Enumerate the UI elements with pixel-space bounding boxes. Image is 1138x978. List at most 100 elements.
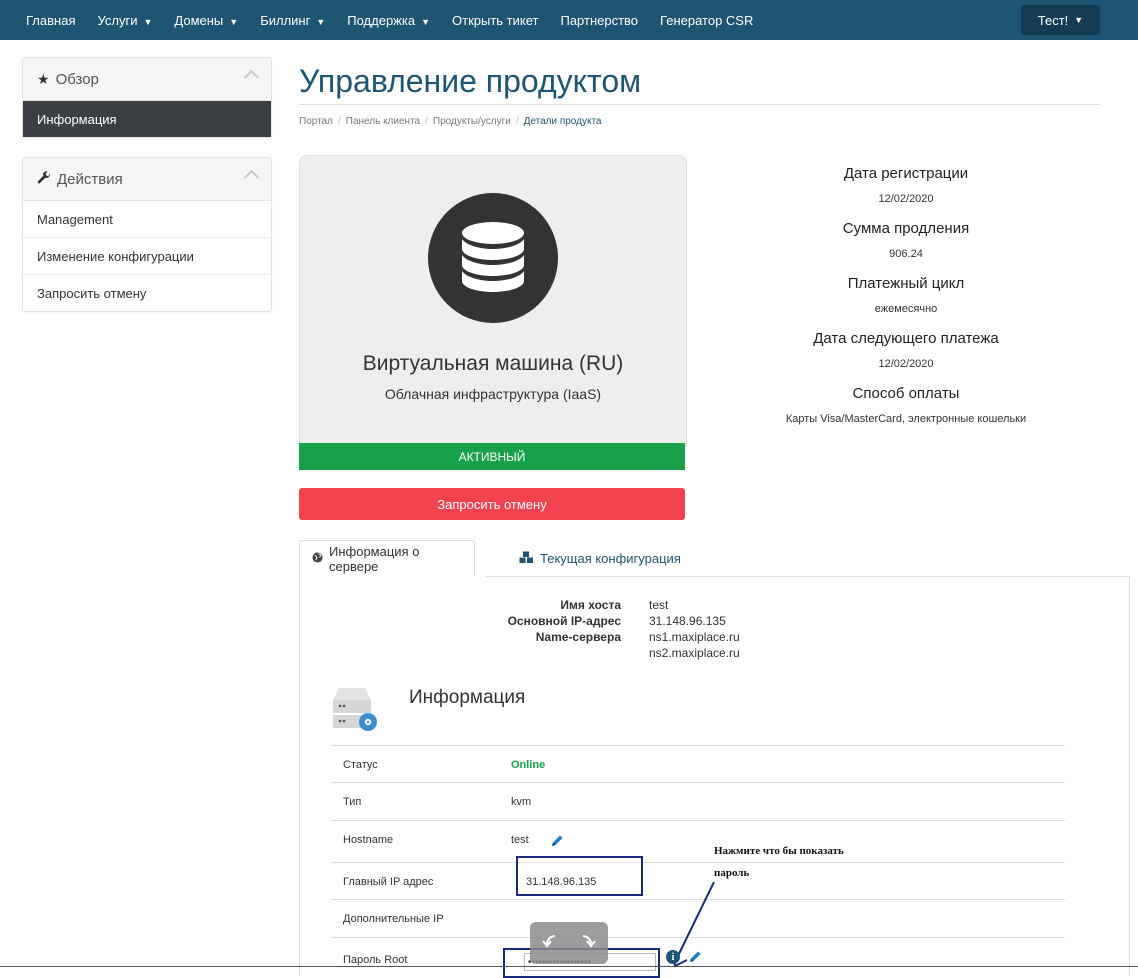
globe-icon xyxy=(312,551,323,566)
table-row: Тип kvm xyxy=(331,782,1065,819)
sidebar-item-label: Изменение конфигурации xyxy=(37,248,194,264)
annotation-line-2: пароль xyxy=(714,867,750,879)
request-cancel-button[interactable]: Запросить отмену xyxy=(299,488,685,520)
status-label: Статус xyxy=(343,759,378,771)
breadcrumb-separator: / xyxy=(425,116,428,127)
product-name: Виртуальная машина (RU) xyxy=(362,352,624,375)
extra-ip-label: Дополнительные IP xyxy=(343,913,444,925)
top-navbar: Главная Услуги ▼ Домены ▼ Биллинг ▼ Поддерж… xyxy=(0,0,1138,40)
nav-support-label: Поддержка xyxy=(347,12,416,28)
tab-server-info-label: Информация о сервере xyxy=(329,543,420,574)
annotation-note: Нажмите что бы показать пароль xyxy=(714,840,884,884)
chevron-up-icon[interactable] xyxy=(243,169,260,186)
nav-domains-label: Домены xyxy=(174,12,224,28)
nav-open-ticket[interactable]: Открыть тикет xyxy=(452,13,538,28)
hostname-row-value: test xyxy=(511,834,529,846)
breadcrumb-portal[interactable]: Портал xyxy=(299,116,333,127)
nav-home[interactable]: Главная xyxy=(26,13,75,28)
tab-bar: Информация о сервере Текущая конфигураци… xyxy=(299,540,1129,577)
status-badge: АКТИВНЫЙ xyxy=(299,443,685,470)
info-heading: Информация xyxy=(409,687,526,708)
product-card: Виртуальная машина (RU) Облачная инфраст… xyxy=(299,155,687,447)
nav-csr-label: Генератор CSR xyxy=(660,12,754,28)
sidebar-actions-title: Действия xyxy=(57,170,123,188)
tab-server-info[interactable]: Информация о сервере xyxy=(299,540,475,577)
caret-down-icon: ▼ xyxy=(1074,15,1084,25)
breadcrumb-current: Детали продукта xyxy=(523,116,602,127)
sidebar-overview-title: Обзор xyxy=(55,70,99,88)
hostname-row-label: Hostname xyxy=(343,834,394,846)
breadcrumb: Портал / Панель клиента / Продукты/услуги / Де… xyxy=(299,116,602,127)
sidebar-item-label: Информация xyxy=(37,111,117,127)
page-title: Управление продуктом xyxy=(299,63,642,99)
server-icon xyxy=(331,686,381,738)
pencil-icon[interactable] xyxy=(550,834,564,853)
caret-down-icon: ▼ xyxy=(229,16,239,27)
table-row: Hostname test xyxy=(331,820,1065,857)
next-due-label: Дата следующего платежа xyxy=(813,330,999,347)
cubes-icon xyxy=(519,551,534,567)
tab-current-config[interactable]: Текущая конфигурация xyxy=(507,540,693,577)
user-menu-button[interactable]: Тест! ▼ xyxy=(1021,5,1100,35)
annotation-line-1: Нажмите что бы показать xyxy=(714,845,844,857)
nav-csr-generator[interactable]: Генератор CSR xyxy=(660,13,753,28)
primary-ip-label: Основной IP-адрес xyxy=(507,614,621,628)
payment-method-value: Карты Visa/MasterCard, электронные кошел… xyxy=(785,413,1027,425)
nav-billing[interactable]: Биллинг ▼ xyxy=(260,13,325,28)
root-password-label: Пароль Root xyxy=(343,954,408,966)
breadcrumb-separator: / xyxy=(515,116,519,127)
sidebar-item-label: Запросить отмену xyxy=(37,285,147,301)
sidebar-overview-header[interactable]: ★ Обзор xyxy=(23,58,271,101)
primary-ip-value: 31.148.96.135 xyxy=(649,614,726,628)
nameservers-label: Name-сервера xyxy=(535,630,621,644)
product-group: Облачная инфраструктура (IaaS) xyxy=(384,386,602,402)
product-details: Дата регистрации 12/02/2020 Сумма продле… xyxy=(705,160,1107,435)
online-status: Online xyxy=(511,759,546,771)
billing-cycle-label: Платежный цикл xyxy=(847,275,965,292)
nav-open-ticket-label: Открыть тикет xyxy=(452,12,539,28)
hostname-value: test xyxy=(649,598,669,612)
nav-services[interactable]: Услуги ▼ xyxy=(97,13,152,28)
breadcrumb-products[interactable]: Продукты/услуги xyxy=(433,116,511,127)
tab-current-config-label: Текущая конфигурация xyxy=(540,551,681,566)
info-icon[interactable]: i xyxy=(666,950,680,964)
reg-date-value: 12/02/2020 xyxy=(878,193,934,205)
breadcrumb-separator: / xyxy=(337,116,341,127)
rotate-controls[interactable] xyxy=(530,922,608,964)
sidebar-item-label: Management xyxy=(37,211,113,227)
billing-cycle-value: ежемесячно xyxy=(874,303,938,315)
caret-down-icon: ▼ xyxy=(143,16,153,27)
nav-support[interactable]: Поддержка ▼ xyxy=(347,13,430,28)
breadcrumb-client-area[interactable]: Панель клиента xyxy=(346,116,420,127)
ns2-value: ns2.maxiplace.ru xyxy=(649,646,740,660)
table-row: Статус Online xyxy=(331,745,1065,782)
reg-date-label: Дата регистрации xyxy=(843,165,969,182)
sidebar-item-upgrade[interactable]: Изменение конфигурации xyxy=(23,238,271,275)
sidebar-actions-header[interactable]: Действия xyxy=(23,158,271,201)
sidebar-item-request-cancel[interactable]: Запросить отмену xyxy=(23,275,271,311)
sidebar-item-management[interactable]: Management xyxy=(23,201,271,238)
highlight-box xyxy=(516,856,643,896)
wrench-icon xyxy=(37,170,51,188)
nav-menu: Главная Услуги ▼ Домены ▼ Биллинг ▼ Поддерж… xyxy=(26,0,775,40)
sidebar-actions-panel: Действия Management Изменение конфигурац… xyxy=(22,157,272,312)
recurring-amount-label: Сумма продления xyxy=(842,220,970,237)
caret-down-icon: ▼ xyxy=(421,16,431,27)
sidebar-overview-panel: ★ Обзор Информация xyxy=(22,57,272,138)
payment-method-label: Способ оплаты xyxy=(852,385,960,402)
database-icon xyxy=(428,193,558,323)
nav-billing-label: Биллинг xyxy=(260,12,311,28)
nav-services-label: Услуги xyxy=(97,12,138,28)
main-ip-label: Главный IP адрес xyxy=(343,876,434,888)
nav-affiliates[interactable]: Партнерство xyxy=(560,13,638,28)
chevron-up-icon[interactable] xyxy=(243,69,260,86)
user-name: Тест! xyxy=(1037,12,1069,28)
nav-domains[interactable]: Домены ▼ xyxy=(174,13,238,28)
type-label: Тип xyxy=(343,796,362,808)
star-icon: ★ xyxy=(37,70,50,87)
type-value: kvm xyxy=(511,796,532,808)
hostname-label: Имя хоста xyxy=(560,598,621,612)
title-divider xyxy=(299,104,1100,105)
sidebar-item-information[interactable]: Информация xyxy=(23,101,271,137)
nav-affiliates-label: Партнерство xyxy=(560,12,639,28)
